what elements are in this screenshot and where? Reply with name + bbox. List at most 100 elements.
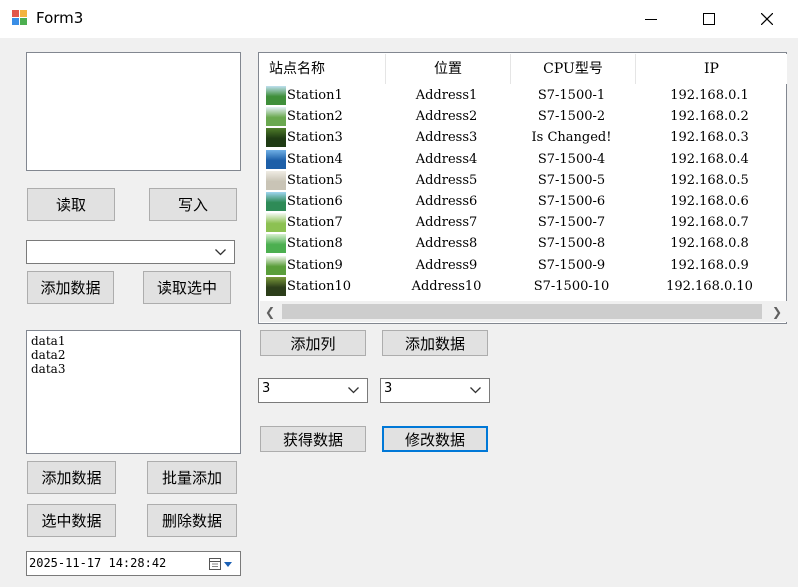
station-name: Station4: [287, 151, 343, 167]
cpu-cell: S7-1500-4: [537, 151, 606, 167]
cpu-cell: S7-1500-9: [537, 257, 606, 273]
title-bar: Form3: [0, 0, 798, 38]
cpu-cell: S7-1500-5: [537, 172, 606, 188]
cpu-cell: S7-1500-2: [537, 109, 606, 125]
location-cell: Address5: [415, 172, 478, 188]
list-item[interactable]: data1: [27, 334, 240, 348]
window-title: Form3: [36, 9, 84, 27]
table-row[interactable]: Station9 Address9 S7-1500-9 192.168.0.9: [260, 255, 785, 276]
station-name-cell: Station6: [260, 192, 384, 211]
ip-cell: 192.168.0.2: [670, 109, 749, 125]
table-row[interactable]: Station3 Address3 Is Changed! 192.168.0.3: [260, 127, 785, 148]
column-index-value: 3: [384, 381, 393, 396]
listbox-add-data-button[interactable]: 添加数据: [27, 461, 116, 494]
list-item[interactable]: data2: [27, 348, 240, 362]
get-data-button[interactable]: 获得数据: [260, 426, 366, 452]
ip-cell: 192.168.0.8: [670, 236, 749, 252]
read-selected-button[interactable]: 读取选中: [143, 271, 231, 304]
column-header-ip[interactable]: IP: [636, 54, 787, 84]
minimize-icon: [645, 19, 657, 20]
station-thumbnail-icon: [266, 149, 286, 169]
table-row[interactable]: Station5 Address5 S7-1500-5 192.168.0.5: [260, 170, 785, 191]
scroll-left-icon[interactable]: ❮: [260, 301, 280, 322]
right-add-data-button[interactable]: 添加数据: [382, 330, 488, 356]
datetime-picker[interactable]: 2025-11-17 14:28:42: [26, 551, 241, 576]
station-thumbnail-icon: [266, 192, 286, 211]
modify-data-button[interactable]: 修改数据: [382, 426, 488, 452]
station-thumbnail-icon: [266, 234, 286, 254]
location-cell: Address8: [415, 236, 478, 252]
station-name: Station2: [287, 109, 343, 125]
cpu-cell: S7-1500-6: [537, 194, 606, 209]
chevron-down-icon: [215, 249, 226, 256]
datetime-value: 2025-11-17 14:28:42: [29, 556, 167, 570]
scroll-right-icon[interactable]: ❯: [767, 301, 787, 322]
cpu-cell: S7-1500-1: [537, 88, 606, 103]
station-name-cell: Station2: [260, 107, 384, 127]
scrollbar-thumb[interactable]: [282, 304, 762, 319]
station-thumbnail-icon: [266, 107, 286, 127]
table-row[interactable]: Station8 Address8 S7-1500-8 192.168.0.8: [260, 233, 785, 254]
list-item[interactable]: data3: [27, 362, 240, 376]
station-name: Station1: [287, 88, 343, 103]
column-index-combobox[interactable]: 3: [380, 378, 490, 403]
app-icon: [12, 10, 28, 26]
read-button[interactable]: 读取: [27, 188, 115, 221]
maximize-button[interactable]: [680, 0, 738, 38]
column-header-location[interactable]: 位置: [386, 54, 511, 84]
horizontal-scrollbar[interactable]: ❮ ❯: [260, 301, 787, 322]
close-button[interactable]: [738, 0, 796, 38]
add-column-button[interactable]: 添加列: [260, 330, 366, 356]
location-cell: Address1: [415, 88, 478, 103]
location-cell: Address10: [411, 278, 482, 294]
location-cell: Address6: [415, 194, 478, 209]
location-cell: Address3: [415, 130, 478, 146]
row-index-combobox[interactable]: 3: [258, 378, 368, 403]
table-row[interactable]: Station7 Address7 S7-1500-7 192.168.0.7: [260, 212, 785, 233]
ip-cell: 192.168.0.1: [670, 88, 749, 103]
cpu-cell: Is Changed!: [531, 130, 612, 146]
location-cell: Address4: [415, 151, 478, 167]
column-header-cpu[interactable]: CPU型号: [511, 54, 636, 84]
calendar-dropdown-icon[interactable]: [208, 557, 234, 571]
station-name: Station9: [287, 257, 343, 273]
column-header-station-name[interactable]: 站点名称: [260, 54, 386, 84]
station-name: Station5: [287, 172, 343, 188]
location-cell: Address9: [415, 257, 478, 273]
station-name-cell: Station4: [260, 149, 384, 169]
stations-listview[interactable]: 站点名称 位置 CPU型号 IP Station1 Address1 S7-1500…: [258, 52, 787, 324]
table-row[interactable]: Station10 Address10 S7-1500-10 192.168.0.10: [260, 276, 785, 297]
ip-cell: 192.168.0.5: [670, 172, 749, 188]
station-name-cell: Station8: [260, 234, 384, 254]
station-name: Station8: [287, 236, 343, 252]
station-name-cell: Station1: [260, 86, 384, 105]
add-data-button[interactable]: 添加数据: [27, 271, 114, 304]
station-thumbnail-icon: [266, 170, 286, 190]
data-listbox[interactable]: data1 data2 data3: [26, 330, 241, 454]
table-row[interactable]: Station4 Address4 S7-1500-4 192.168.0.4: [260, 149, 785, 170]
table-row[interactable]: Station6 Address6 S7-1500-6 192.168.0.6: [260, 191, 785, 212]
minimize-button[interactable]: [622, 0, 680, 38]
station-thumbnail-icon: [266, 213, 286, 233]
ip-cell: 192.168.0.7: [670, 215, 749, 231]
row-index-value: 3: [262, 381, 271, 396]
station-name: Station6: [287, 194, 343, 209]
station-name: Station3: [287, 130, 343, 146]
station-name: Station10: [287, 278, 352, 294]
station-name-cell: Station9: [260, 255, 384, 275]
ip-cell: 192.168.0.3: [670, 130, 749, 146]
batch-add-button[interactable]: 批量添加: [147, 461, 237, 494]
ip-cell: 192.168.0.10: [666, 278, 753, 294]
write-button[interactable]: 写入: [149, 188, 237, 221]
select-data-button[interactable]: 选中数据: [27, 504, 116, 537]
station-thumbnail-icon: [266, 86, 286, 105]
ip-cell: 192.168.0.9: [670, 257, 749, 273]
table-row[interactable]: Station1 Address1 S7-1500-1 192.168.0.1: [260, 85, 785, 106]
cpu-cell: S7-1500-7: [537, 215, 606, 231]
table-row[interactable]: Station2 Address2 S7-1500-2 192.168.0.2: [260, 106, 785, 127]
delete-data-button[interactable]: 删除数据: [147, 504, 237, 537]
data-combobox[interactable]: [26, 240, 235, 264]
location-cell: Address2: [415, 109, 478, 125]
cpu-cell: S7-1500-10: [533, 278, 610, 294]
top-textbox[interactable]: [26, 52, 241, 171]
